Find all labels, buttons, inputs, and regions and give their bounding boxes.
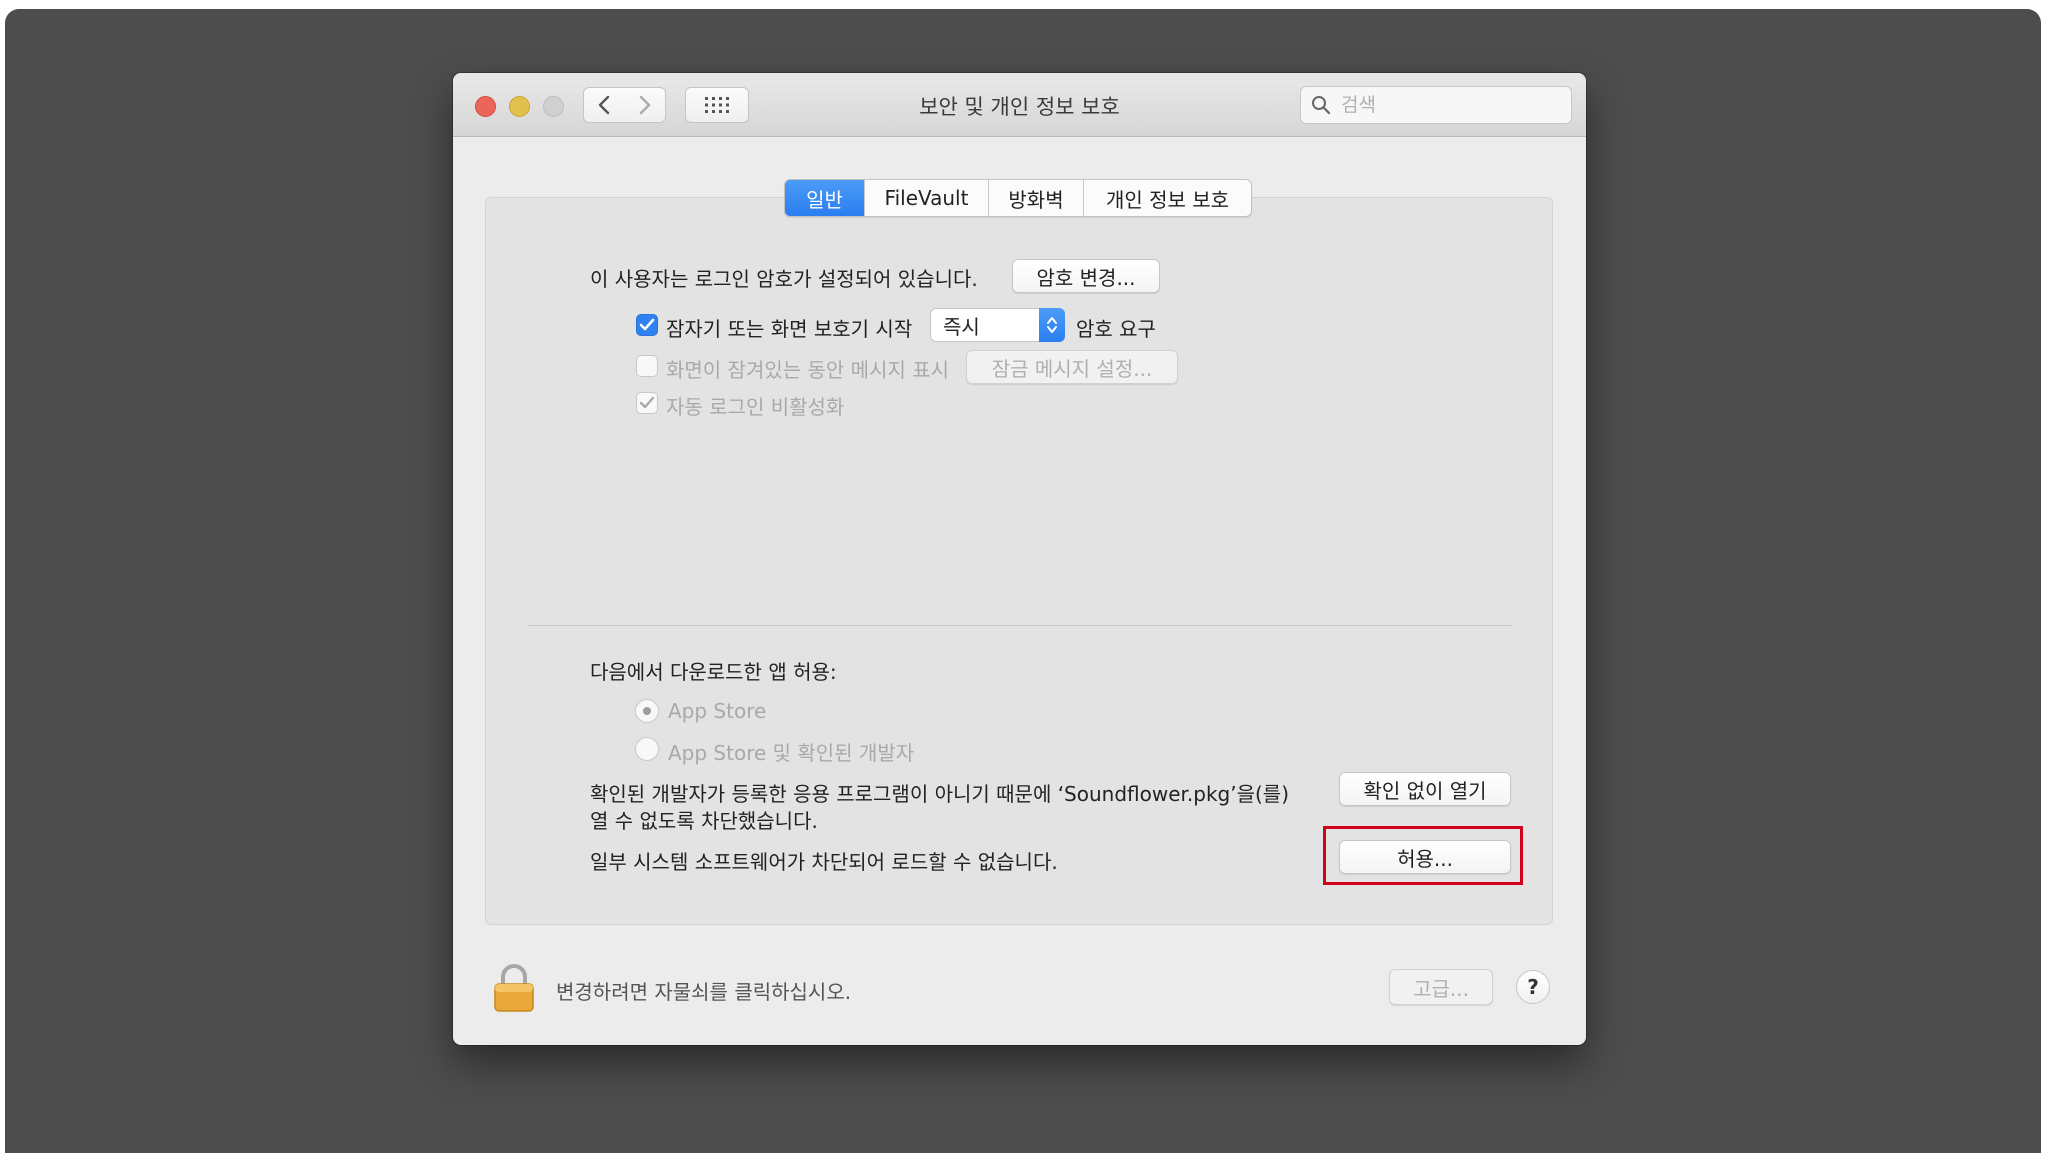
blocked-app-text-line1: 확인된 개발자가 등록한 응용 프로그램이 아니기 때문에 ‘Soundflow… [590,782,1290,806]
tab-bar: 일반 FileVault 방화벽 개인 정보 보호 [784,179,1252,217]
advanced-button[interactable]: 고급... [1389,969,1493,1005]
chevron-up-down-icon [1047,317,1057,333]
tab-privacy[interactable]: 개인 정보 보호 [1084,180,1251,216]
system-software-blocked-text: 일부 시스템 소프트웨어가 차단되어 로드할 수 없습니다. [590,850,1058,874]
radio-app-store-identified-label: App Store 및 확인된 개발자 [668,741,915,765]
section-divider [527,625,1512,626]
require-password-suffix: 암호 요구 [1076,317,1156,341]
tab-filevault[interactable]: FileVault [865,180,989,216]
disable-autologin-checkbox[interactable] [636,392,658,414]
checkmark-icon [639,318,655,331]
help-button[interactable]: ? [1516,970,1550,1004]
search-field[interactable] [1300,86,1572,124]
password-status-text: 이 사용자는 로그인 암호가 설정되어 있습니다. [590,267,978,291]
lock-message-label: 화면이 잠겨있는 동안 메시지 표시 [666,358,950,382]
checkmark-icon [639,396,655,409]
radio-app-store-label: App Store [668,699,767,723]
change-password-button[interactable]: 암호 변경... [1012,259,1160,293]
title-bar: 보안 및 개인 정보 보호 [453,73,1586,137]
radio-dot [643,707,651,715]
search-input[interactable] [1339,93,1553,117]
require-password-checkbox[interactable] [636,314,658,336]
open-anyway-button[interactable]: 확인 없이 열기 [1339,772,1511,806]
allow-downloads-heading: 다음에서 다운로드한 앱 허용: [590,660,837,684]
lock-hint-text: 변경하려면 자물쇠를 클릭하십시오. [556,980,852,1004]
disable-autologin-label: 자동 로그인 비활성화 [666,395,845,419]
lock-icon[interactable] [493,963,535,1017]
lock-message-checkbox[interactable] [636,355,658,377]
blocked-app-text-line2: 열 수 없도록 차단했습니다. [590,809,818,833]
radio-app-store[interactable] [635,699,659,723]
password-delay-select[interactable]: 즉시 [930,308,1065,342]
tab-general[interactable]: 일반 [785,180,865,216]
require-password-label: 잠자기 또는 화면 보호기 시작 [666,317,913,341]
set-lock-message-button[interactable]: 잠금 메시지 설정... [966,350,1178,384]
radio-app-store-identified[interactable] [635,737,659,761]
search-icon [1312,96,1331,115]
password-delay-value: 즉시 [943,314,980,339]
tab-firewall[interactable]: 방화벽 [989,180,1084,216]
highlight-box [1323,826,1523,885]
preferences-window: 보안 및 개인 정보 보호 일반 FileVault 방화벽 개인 정보 보호 … [453,73,1586,1045]
select-stepper [1039,308,1065,342]
